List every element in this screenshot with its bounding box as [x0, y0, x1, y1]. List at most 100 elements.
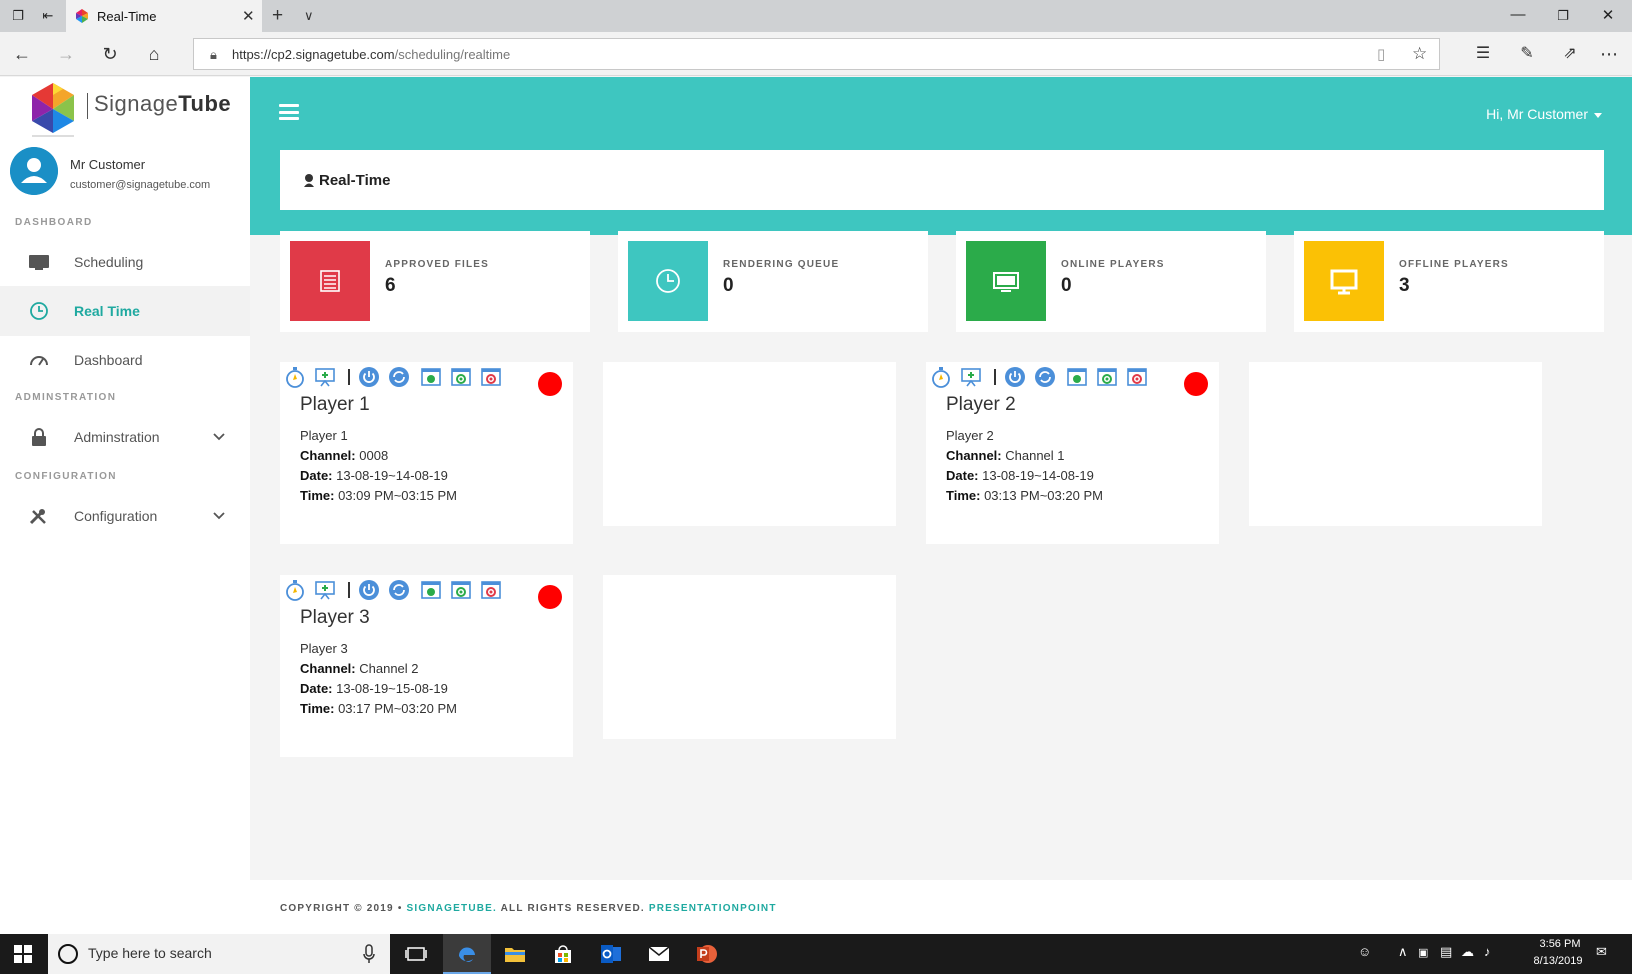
player-time: Time: 03:17 PM~03:20 PM — [300, 701, 457, 716]
store-icon — [555, 945, 571, 963]
hamburger-menu-icon[interactable] — [279, 104, 299, 120]
taskbar-file-explorer-app[interactable] — [491, 934, 539, 974]
tray-chevron-up-icon[interactable]: ∧ — [1398, 944, 1408, 960]
stat-card-approved-files: APPROVED FILES 6 — [280, 231, 590, 332]
windows-start-icon[interactable] — [14, 945, 32, 963]
people-icon[interactable]: ☺ — [1358, 944, 1371, 959]
stopwatch-icon[interactable] — [930, 366, 952, 388]
play-window-icon[interactable] — [1066, 366, 1088, 388]
chevron-down-icon[interactable] — [212, 508, 226, 522]
caret-down-icon — [1594, 112, 1602, 118]
taskbar-outlook-app[interactable] — [587, 934, 635, 974]
presentation-board-icon[interactable] — [314, 579, 336, 601]
taskbar-edge-app[interactable] — [443, 934, 491, 974]
restore-icon[interactable]: ❐ — [1553, 8, 1573, 24]
stopwatch-icon[interactable] — [284, 579, 306, 601]
stat-label: ONLINE PLAYERS — [1061, 259, 1165, 270]
player-date: Date: 13-08-19~14-08-19 — [946, 468, 1094, 483]
onedrive-cloud-icon[interactable]: ☁ — [1461, 944, 1474, 960]
set-aside-tabs-icon[interactable]: ⇤ — [40, 8, 56, 24]
volume-icon[interactable]: ♪ — [1484, 944, 1491, 959]
home-icon[interactable]: ⌂ — [143, 43, 165, 65]
tab-list-chevron-icon[interactable]: ∨ — [304, 8, 314, 24]
mail-icon — [648, 946, 670, 961]
stat-label: OFFLINE PLAYERS — [1399, 259, 1509, 270]
taskbar-powerpoint-app[interactable] — [683, 934, 731, 974]
sidebar-item-label: Dashboard — [74, 352, 143, 368]
power-icon[interactable] — [358, 579, 380, 601]
sidebar: SignageTube Mr Customer customer@signage… — [0, 77, 250, 934]
taskbar-store-app[interactable] — [539, 934, 587, 974]
restart-icon[interactable] — [388, 579, 410, 601]
browser-tab-bar: ❐ ⇤ Real-Time ✕ + ∨ — ❐ ✕ — [0, 0, 1632, 32]
logo-divider — [87, 93, 88, 119]
stop-window-icon[interactable] — [1126, 366, 1148, 388]
restart-icon[interactable] — [1034, 366, 1056, 388]
record-window-icon[interactable] — [450, 366, 472, 388]
record-window-icon[interactable] — [450, 579, 472, 601]
stop-window-icon[interactable] — [480, 579, 502, 601]
taskbar-search-input[interactable]: Type here to search — [48, 934, 390, 974]
user-avatar[interactable] — [10, 147, 58, 195]
browser-tab-active[interactable]: Real-Time ✕ — [66, 0, 262, 32]
player-name: Player 2 — [946, 428, 994, 443]
task-view-icon — [405, 947, 427, 961]
player-name: Player 1 — [300, 428, 348, 443]
status-indicator-offline — [538, 585, 562, 609]
sidebar-item-administration[interactable]: Adminstration — [0, 412, 250, 462]
footer-brand-link[interactable]: SIGNAGETUBE. — [407, 903, 498, 914]
player-card-1: Player 1 Player 1 Channel: 0008 Date: 13… — [280, 362, 573, 544]
refresh-icon[interactable]: ↻ — [99, 43, 121, 65]
forward-icon[interactable]: → — [55, 43, 77, 65]
tab-close-icon[interactable]: ✕ — [242, 7, 255, 25]
user-menu-dropdown[interactable]: Hi, Mr Customer — [1486, 106, 1602, 122]
play-window-icon[interactable] — [420, 366, 442, 388]
taskbar-mail-app[interactable] — [635, 934, 683, 974]
footer-presentationpoint-link[interactable]: PRESENTATIONPOINT — [649, 903, 777, 914]
sidebar-item-dashboard[interactable]: Dashboard — [0, 335, 250, 385]
control-separator — [994, 369, 996, 385]
pen-icon[interactable]: ✎ — [1516, 43, 1538, 65]
stat-icon-box — [290, 241, 370, 321]
new-tab-icon[interactable]: + — [272, 5, 283, 27]
player-title: Player 2 — [946, 394, 1016, 415]
lock-icon — [32, 428, 46, 446]
reading-view-icon[interactable]: ▯ — [1377, 45, 1385, 63]
play-window-icon[interactable] — [420, 579, 442, 601]
clock-time[interactable]: 3:56 PM — [1530, 938, 1590, 950]
clock-date[interactable]: 8/13/2019 — [1520, 955, 1596, 967]
stat-icon-box — [1304, 241, 1384, 321]
url-field[interactable]: 🔒︎ https://cp2.signagetube.com/schedulin… — [193, 38, 1440, 70]
favorites-list-icon[interactable]: ☰ — [1472, 43, 1494, 65]
stop-window-icon[interactable] — [480, 366, 502, 388]
empty-card — [603, 575, 896, 739]
task-view-button[interactable] — [392, 934, 440, 974]
presentation-board-icon[interactable] — [314, 366, 336, 388]
tab-manager-icon[interactable]: ❐ — [10, 8, 26, 24]
power-icon[interactable] — [1004, 366, 1026, 388]
network-icon[interactable]: ▤ — [1440, 944, 1452, 960]
section-administration: ADMINSTRATION — [15, 392, 117, 403]
presentation-board-icon[interactable] — [960, 366, 982, 388]
sidebar-item-configuration[interactable]: Configuration — [0, 491, 250, 541]
record-window-icon[interactable] — [1096, 366, 1118, 388]
action-center-icon[interactable]: ✉ — [1596, 944, 1607, 960]
back-icon[interactable]: ← — [11, 43, 33, 65]
player-channel: Channel: Channel 2 — [300, 661, 419, 676]
more-icon[interactable]: ⋯ — [1598, 43, 1620, 65]
sidebar-item-real-time[interactable]: Real Time — [0, 286, 250, 336]
excel-tray-icon[interactable]: ▣ — [1418, 946, 1428, 959]
brand-name[interactable]: SignageTube — [94, 91, 231, 117]
share-icon[interactable]: ⇗ — [1559, 43, 1581, 65]
favorite-star-icon[interactable]: ☆ — [1412, 44, 1427, 64]
close-window-icon[interactable]: ✕ — [1598, 6, 1618, 24]
stopwatch-icon[interactable] — [284, 366, 306, 388]
minimize-icon[interactable]: — — [1508, 6, 1528, 23]
power-icon[interactable] — [358, 366, 380, 388]
sidebar-item-scheduling[interactable]: Scheduling — [0, 237, 250, 287]
player-card-2: Player 2 Player 2 Channel: Channel 1 Dat… — [926, 362, 1219, 544]
chevron-down-icon[interactable] — [212, 429, 226, 443]
restart-icon[interactable] — [388, 366, 410, 388]
signagetube-logo-icon[interactable] — [28, 81, 78, 139]
microphone-icon[interactable] — [363, 944, 375, 964]
